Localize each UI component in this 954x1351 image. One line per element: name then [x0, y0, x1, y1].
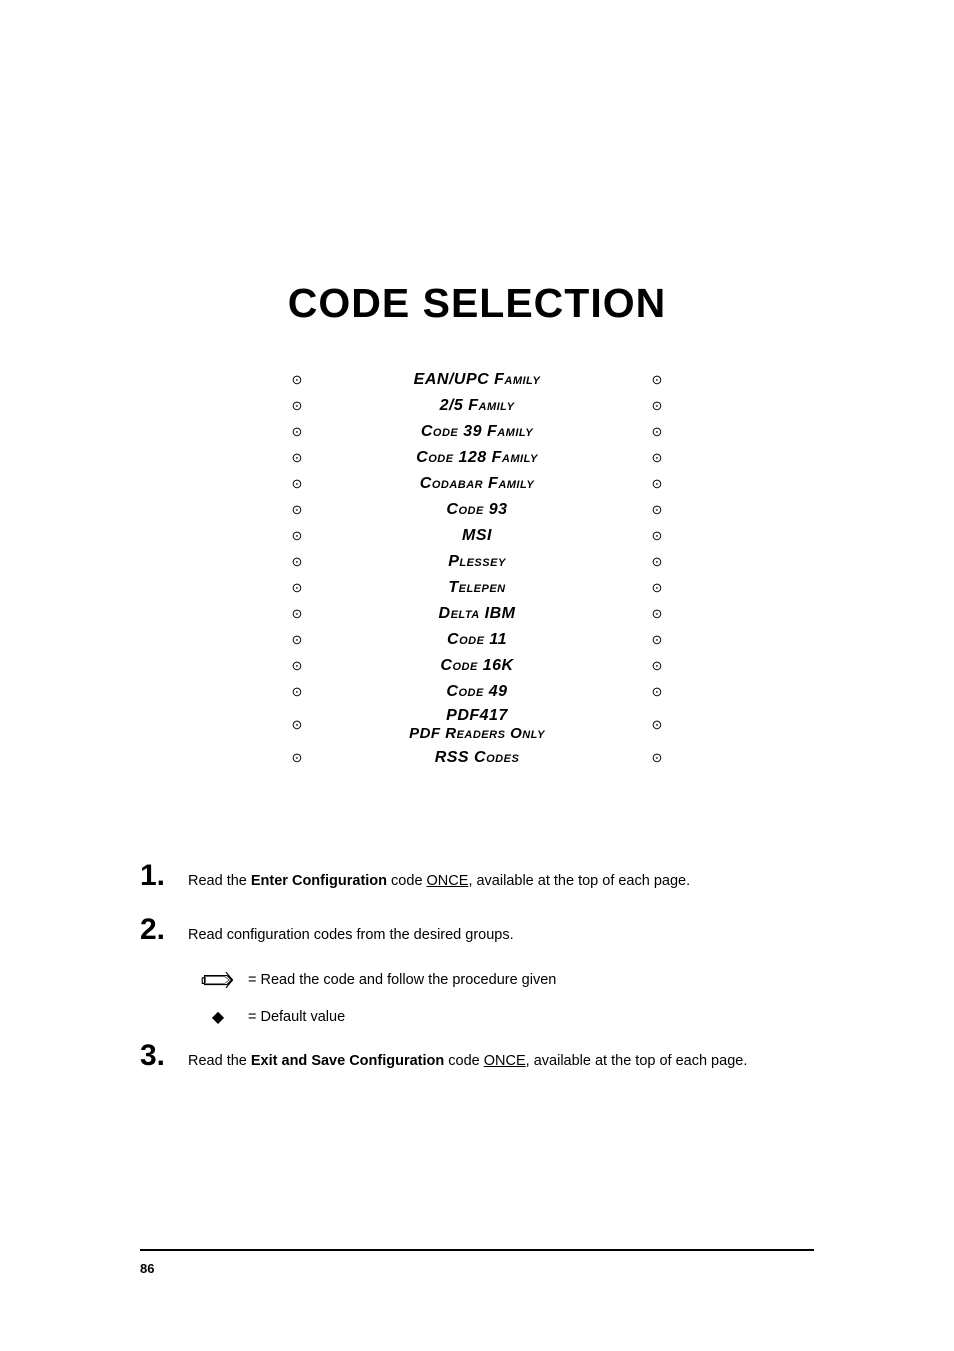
- diamond-icon: ◆: [188, 1007, 248, 1027]
- toc-row: ⊙Telepen⊙: [287, 575, 667, 601]
- bullet-icon: ⊙: [647, 528, 667, 544]
- toc-row: ⊙EAN/UPC Family⊙: [287, 367, 667, 393]
- bullet-icon: ⊙: [287, 632, 307, 648]
- bullet-icon: ⊙: [647, 476, 667, 492]
- bullet-icon: ⊙: [287, 424, 307, 440]
- bullet-icon: ⊙: [287, 528, 307, 544]
- page-container: CODE SELECTION ⊙EAN/UPC Family⊙⊙2/5 Fami…: [0, 0, 954, 1351]
- page-number: 86: [140, 1261, 154, 1276]
- toc-row: ⊙RSS Codes⊙: [287, 745, 667, 771]
- toc-label: EAN/UPC Family: [307, 371, 647, 389]
- bullet-icon: ⊙: [647, 750, 667, 766]
- step-number: 2.: [140, 915, 188, 945]
- bullet-icon: ⊙: [647, 398, 667, 414]
- toc-row: ⊙Code 128 Family⊙: [287, 445, 667, 471]
- step-1: 1. Read the Enter Configuration code ONC…: [140, 861, 814, 891]
- text-bold: Enter Configuration: [251, 873, 387, 889]
- toc-row: ⊙Code 93⊙: [287, 497, 667, 523]
- toc-row: ⊙2/5 Family⊙: [287, 393, 667, 419]
- bullet-icon: ⊙: [647, 424, 667, 440]
- toc-label: 2/5 Family: [307, 397, 647, 415]
- step-2: 2. Read configuration codes from the des…: [140, 915, 814, 945]
- bullet-icon: ⊙: [287, 398, 307, 414]
- toc-row: ⊙Codabar Family⊙: [287, 471, 667, 497]
- step-number: 1.: [140, 861, 188, 891]
- text: code: [444, 1053, 484, 1069]
- bullet-icon: ⊙: [647, 684, 667, 700]
- bullet-icon: ⊙: [287, 450, 307, 466]
- toc-label: PDF417PDF Readers Only: [307, 707, 647, 743]
- bullet-icon: ⊙: [287, 554, 307, 570]
- text-bold: Exit and Save Configuration: [251, 1053, 444, 1069]
- legend-text: = Default value: [248, 1009, 345, 1025]
- bullet-icon: ⊙: [647, 372, 667, 388]
- toc-row: ⊙Code 11⊙: [287, 627, 667, 653]
- bullet-icon: ⊙: [647, 658, 667, 674]
- bullet-icon: ⊙: [647, 632, 667, 648]
- toc-list: ⊙EAN/UPC Family⊙⊙2/5 Family⊙⊙Code 39 Fam…: [287, 367, 667, 771]
- toc-label: Code 49: [307, 683, 647, 701]
- step-text: Read the Exit and Save Configuration cod…: [188, 1041, 814, 1071]
- text: , available at the top of each page.: [526, 1053, 748, 1069]
- page-title: CODE SELECTION: [140, 280, 814, 327]
- toc-row: ⊙PDF417PDF Readers Only⊙: [287, 705, 667, 745]
- bullet-icon: ⊙: [647, 606, 667, 622]
- text: , available at the top of each page.: [468, 873, 690, 889]
- bullet-icon: ⊙: [647, 554, 667, 570]
- toc-row: ⊙Code 49⊙: [287, 679, 667, 705]
- toc-row: ⊙MSI⊙: [287, 523, 667, 549]
- toc-row: ⊙Delta IBM⊙: [287, 601, 667, 627]
- text: Read the: [188, 873, 251, 889]
- bullet-icon: ⊙: [287, 717, 307, 733]
- bullet-icon: ⊙: [287, 372, 307, 388]
- toc-label: Plessey: [307, 553, 647, 571]
- bullet-icon: ⊙: [287, 684, 307, 700]
- footer-rule: [140, 1249, 814, 1251]
- bullet-icon: ⊙: [647, 502, 667, 518]
- toc-label: Delta IBM: [307, 605, 647, 623]
- step-number: 3.: [140, 1041, 188, 1071]
- step-text: Read the Enter Configuration code ONCE, …: [188, 861, 814, 891]
- toc-label: Code 16K: [307, 657, 647, 675]
- toc-row: ⊙Code 16K⊙: [287, 653, 667, 679]
- toc-label: Code 128 Family: [307, 449, 647, 467]
- bullet-icon: ⊙: [287, 580, 307, 596]
- bullet-icon: ⊙: [647, 450, 667, 466]
- pointing-hand-icon: [188, 969, 248, 991]
- legend-row-diamond: ◆ = Default value: [188, 1007, 814, 1027]
- toc-row: ⊙Code 39 Family⊙: [287, 419, 667, 445]
- bullet-icon: ⊙: [287, 476, 307, 492]
- text-underline: ONCE: [427, 873, 469, 889]
- toc-label: Code 11: [307, 631, 647, 649]
- toc-label: RSS Codes: [307, 749, 647, 767]
- bullet-icon: ⊙: [287, 606, 307, 622]
- toc-sublabel: PDF Readers Only: [307, 725, 647, 742]
- text: Read the: [188, 1053, 251, 1069]
- toc-label: Code 93: [307, 501, 647, 519]
- instructions: 1. Read the Enter Configuration code ONC…: [140, 861, 814, 1072]
- toc-label: Codabar Family: [307, 475, 647, 493]
- legend-text: = Read the code and follow the procedure…: [248, 972, 556, 988]
- bullet-icon: ⊙: [287, 658, 307, 674]
- step-text: Read configuration codes from the desire…: [188, 915, 814, 945]
- bullet-icon: ⊙: [287, 750, 307, 766]
- bullet-icon: ⊙: [647, 580, 667, 596]
- toc-label: MSI: [307, 527, 647, 545]
- bullet-icon: ⊙: [287, 502, 307, 518]
- toc-label: Code 39 Family: [307, 423, 647, 441]
- step-3: 3. Read the Exit and Save Configuration …: [140, 1041, 814, 1071]
- toc-row: ⊙Plessey⊙: [287, 549, 667, 575]
- text-underline: ONCE: [484, 1053, 526, 1069]
- bullet-icon: ⊙: [647, 717, 667, 733]
- text: code: [387, 873, 427, 889]
- toc-label: Telepen: [307, 579, 647, 597]
- legend-row-hand: = Read the code and follow the procedure…: [188, 969, 814, 991]
